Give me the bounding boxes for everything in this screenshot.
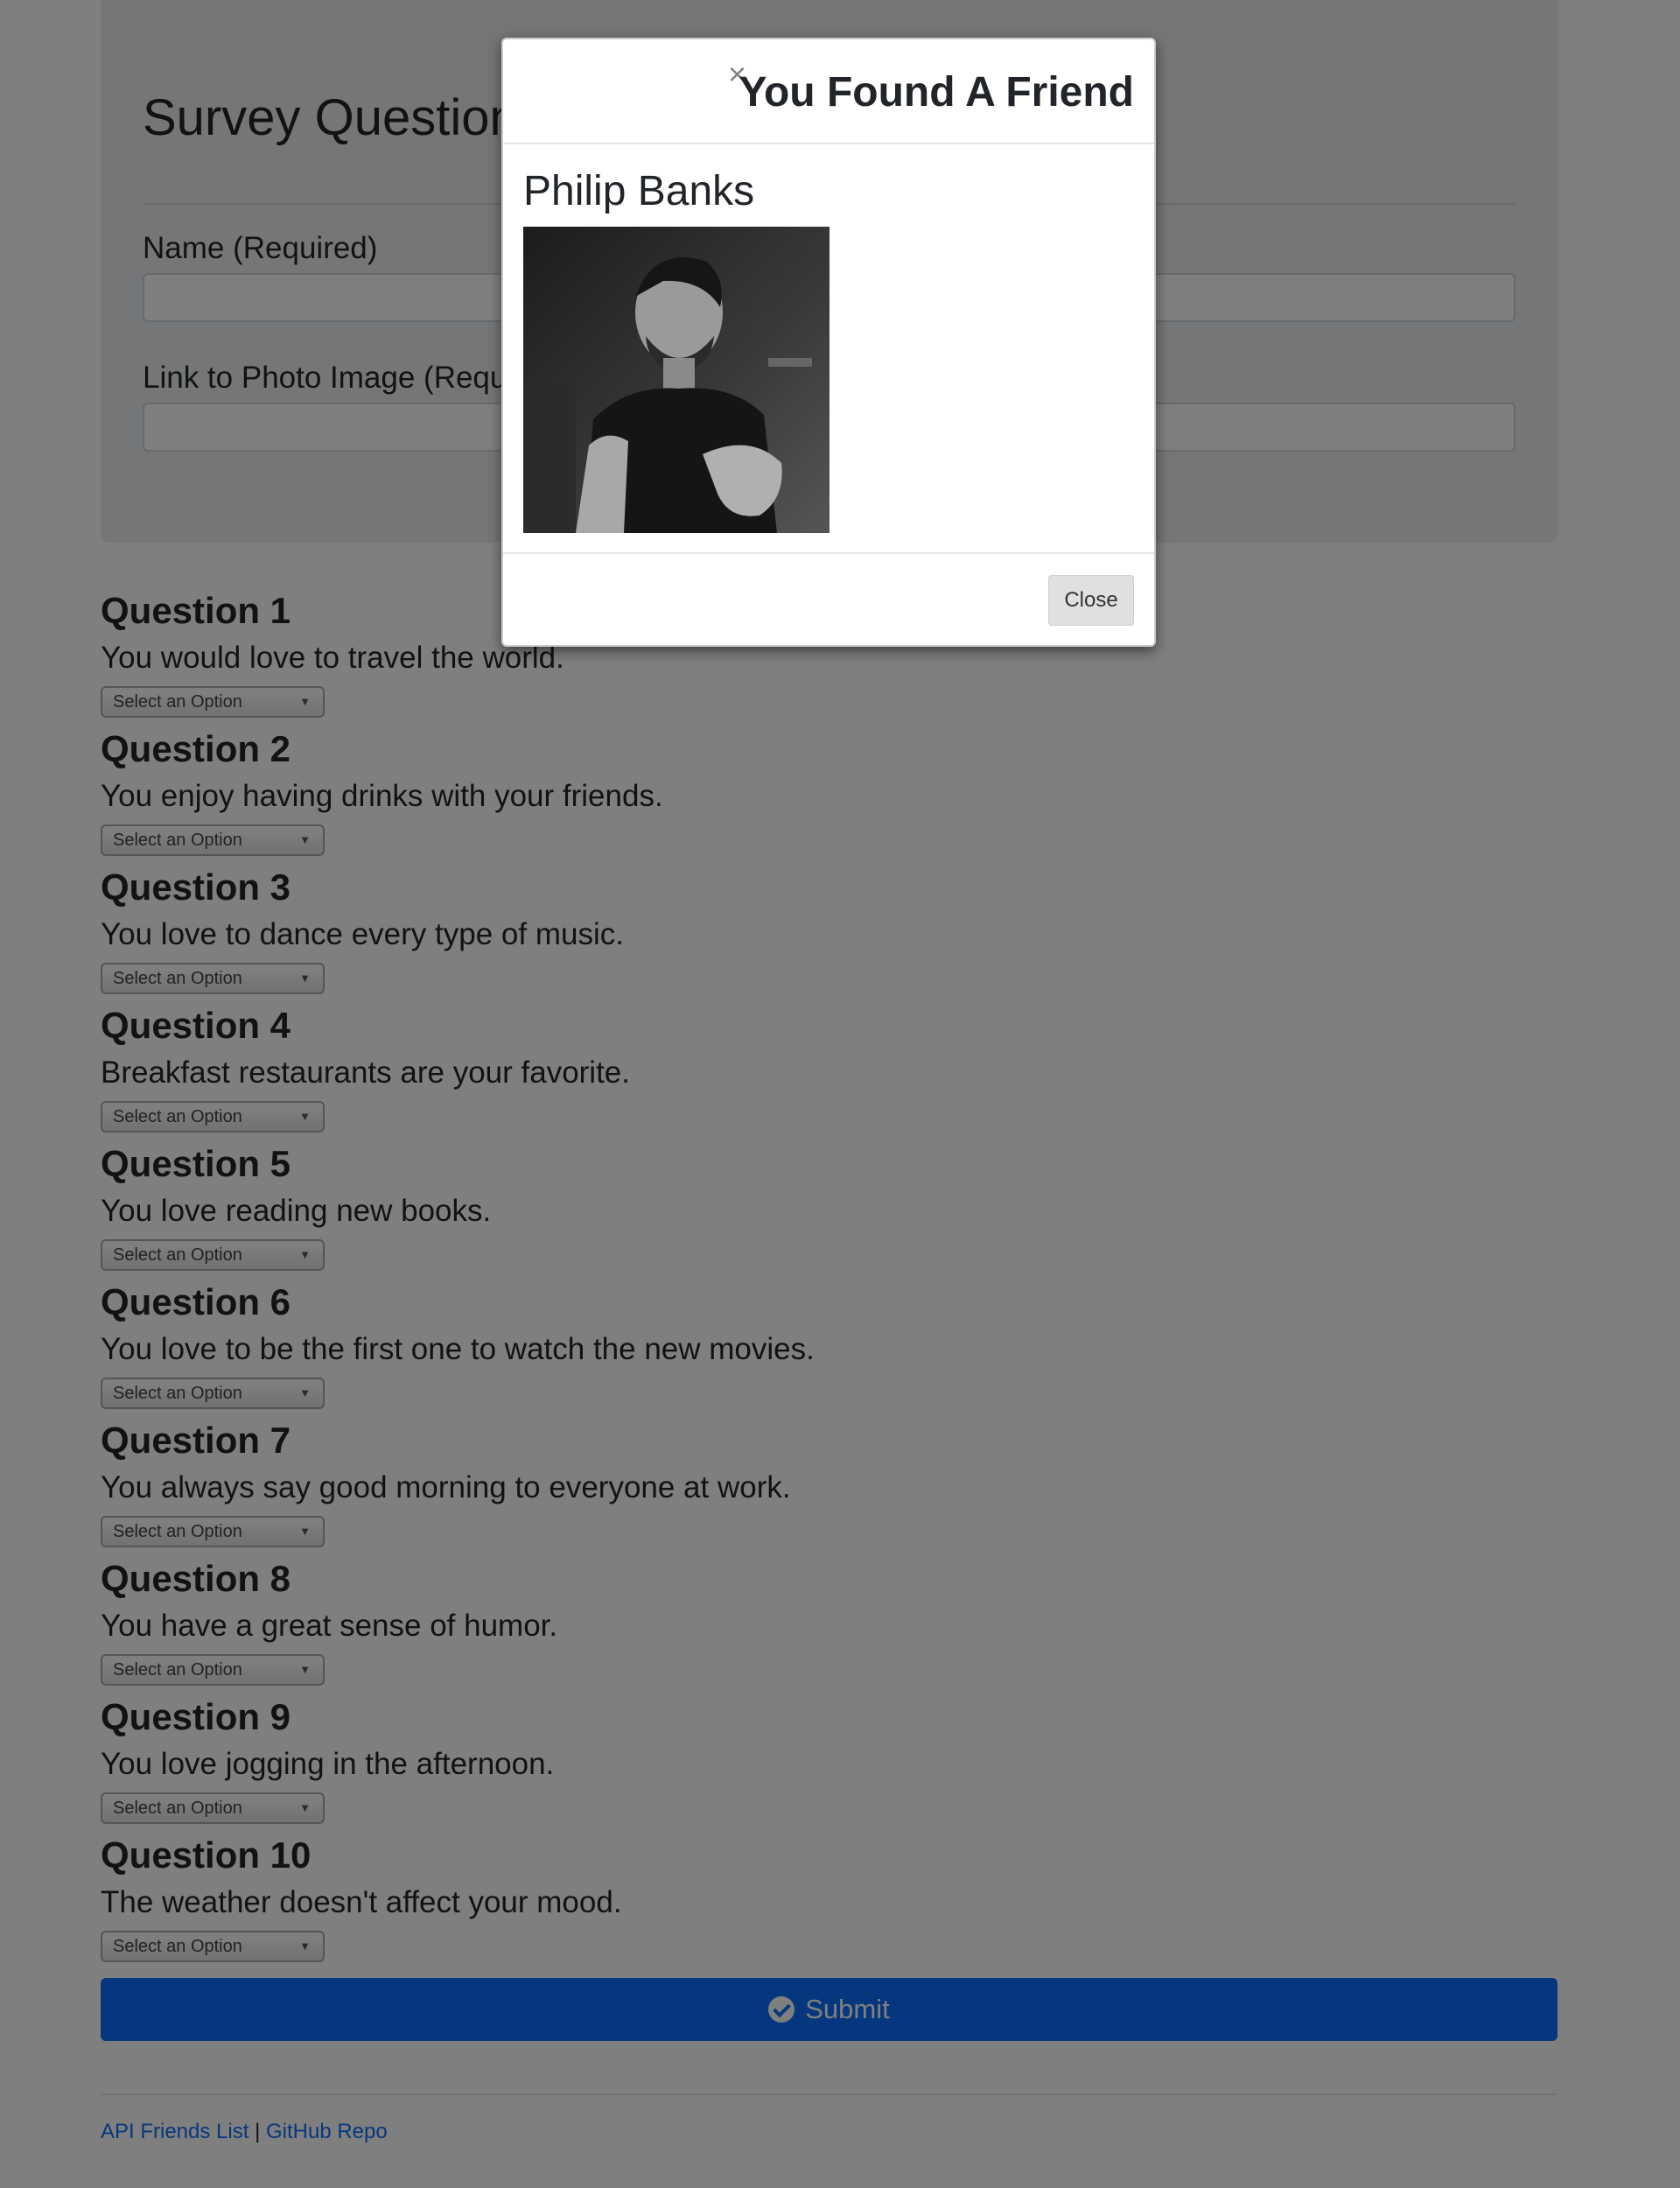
friend-match-modal: × You Found A Friend Philip Banks Close [501, 38, 1156, 647]
friend-photo-image [523, 227, 830, 533]
modal-title: You Found A Friend [738, 69, 1134, 116]
modal-header: × You Found A Friend [503, 39, 1154, 144]
friend-name: Philip Banks [523, 168, 755, 214]
modal-body: Philip Banks [503, 144, 1154, 554]
modal-footer: Close [503, 554, 1154, 645]
close-button[interactable]: Close [1048, 575, 1134, 626]
friend-photo [523, 227, 830, 533]
